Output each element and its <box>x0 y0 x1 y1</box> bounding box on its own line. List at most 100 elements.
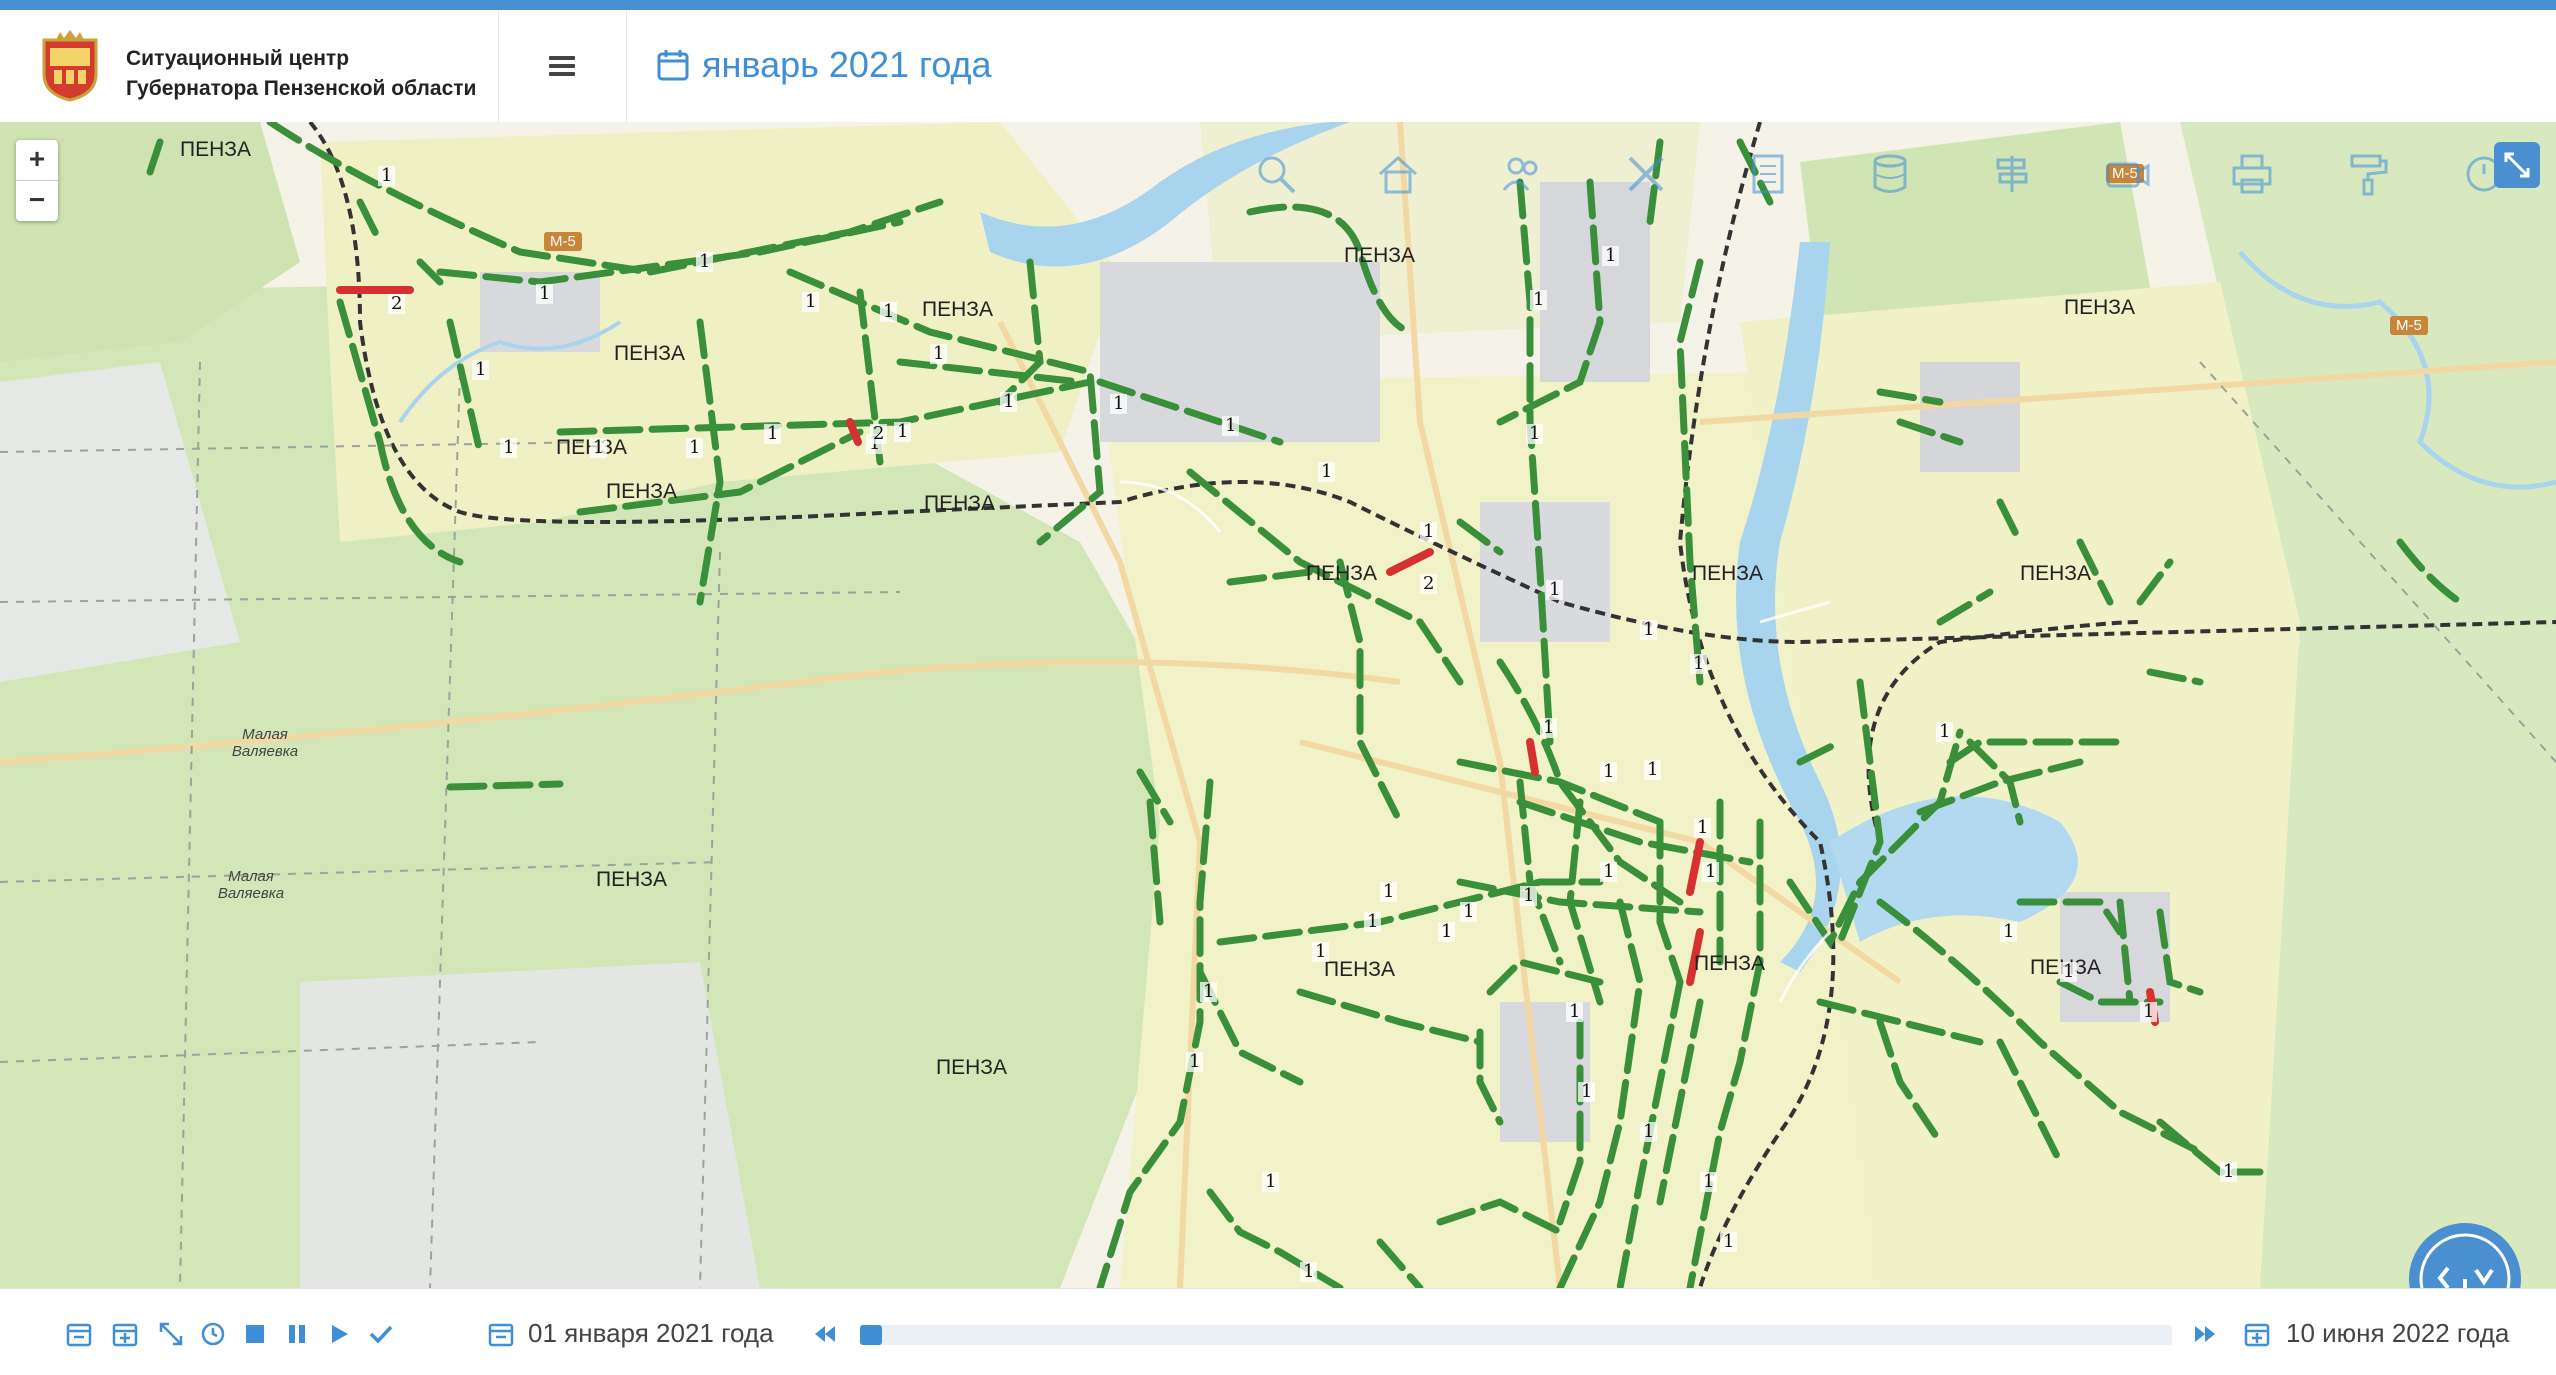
zoom-in-button[interactable]: + <box>16 140 58 181</box>
road-marker: 1 <box>1526 424 1544 444</box>
place-label: ПЕНЗА <box>180 138 251 161</box>
road-marker: 1 <box>500 438 518 458</box>
search-icon[interactable] <box>1248 146 1304 202</box>
road-marker: 1 <box>1936 722 1954 742</box>
camera-icon[interactable] <box>2100 146 2156 202</box>
database-icon[interactable] <box>1862 146 1918 202</box>
road-marker: 1 <box>1420 522 1438 542</box>
app-header: Ситуационный центр Губернатора Пензенско… <box>0 10 2556 123</box>
road-marker: 1 <box>1380 882 1398 902</box>
fast-forward-icon[interactable] <box>2190 1319 2220 1349</box>
fullscreen-button[interactable] <box>2494 142 2540 188</box>
zoom-control: + − <box>16 140 58 221</box>
place-label: ПЕНЗА <box>606 480 677 503</box>
people-icon[interactable] <box>1494 146 1550 202</box>
road-marker: 1 <box>1644 760 1662 780</box>
place-label: ПЕНЗА <box>2020 562 2091 585</box>
place-label: ПЕНЗА <box>1306 562 1377 585</box>
road-marker: 1 <box>1540 718 1558 738</box>
start-date-label[interactable]: 01 января 2021 года <box>528 1313 774 1353</box>
road-marker: 1 <box>1690 654 1708 674</box>
road-marker: 2 <box>870 424 888 444</box>
period-selector[interactable]: январь 2021 года <box>656 40 992 90</box>
calendar-icon[interactable] <box>64 1319 94 1349</box>
road-marker: 1 <box>536 284 554 304</box>
calendar-plus-icon[interactable] <box>110 1319 140 1349</box>
place-label: ПЕНЗА <box>1324 958 1395 981</box>
pause-icon[interactable] <box>282 1319 312 1349</box>
place-label: ПЕНЗА <box>922 298 993 321</box>
road-marker: 1 <box>1110 394 1128 414</box>
road-marker: 1 <box>1460 902 1478 922</box>
place-label: ПЕНЗА <box>936 1056 1007 1079</box>
stop-icon[interactable] <box>240 1319 270 1349</box>
coat-of-arms-icon <box>42 30 98 102</box>
road-marker: 1 <box>802 292 820 312</box>
signpost-icon[interactable] <box>1984 146 2040 202</box>
road-marker: 1 <box>1262 1172 1280 1192</box>
brand-block[interactable]: Ситуационный центр Губернатора Пензенско… <box>0 10 499 122</box>
check-icon[interactable] <box>366 1319 396 1349</box>
road-marker: 1 <box>1546 580 1564 600</box>
timeline-slider[interactable] <box>860 1325 2172 1345</box>
road-marker: 1 <box>1640 1122 1658 1142</box>
road-marker: 1 <box>686 438 704 458</box>
play-icon[interactable] <box>324 1319 354 1349</box>
road-marker: 1 <box>1438 922 1456 942</box>
place-label: ПЕНЗА <box>924 492 995 515</box>
road-marker: 1 <box>1602 246 1620 266</box>
map-view[interactable]: ПЕНЗА ПЕНЗА ПЕНЗА ПЕНЗА ПЕНЗА ПЕНЗА ПЕНЗ… <box>0 122 2556 1288</box>
fullscreen-icon <box>2504 152 2530 178</box>
road-marker: 1 <box>1364 912 1382 932</box>
paint-roller-icon[interactable] <box>2340 146 2396 202</box>
navigation-dial[interactable] <box>2406 1220 2524 1288</box>
industrial-block <box>1100 262 1380 442</box>
menu-button[interactable] <box>498 10 627 122</box>
highway-shield: М-5 <box>544 232 582 251</box>
highway-shield: М-5 <box>2390 316 2428 335</box>
road-marker: 1 <box>1640 620 1658 640</box>
printer-icon[interactable] <box>2224 146 2280 202</box>
home-icon[interactable] <box>1370 146 1426 202</box>
document-icon[interactable] <box>1740 146 1796 202</box>
place-label: ПЕНЗА <box>1692 562 1763 585</box>
grey-area <box>300 962 760 1288</box>
hamburger-icon <box>549 56 575 76</box>
road-marker: 1 <box>930 344 948 364</box>
top-accent-bar <box>0 0 2556 10</box>
road-marker: 1 <box>1318 462 1336 482</box>
calendar-icon <box>486 1319 516 1349</box>
road-marker: 1 <box>378 166 396 186</box>
tools-icon[interactable] <box>1618 146 1674 202</box>
expand-icon[interactable] <box>156 1319 186 1349</box>
road-marker: 1 <box>1694 818 1712 838</box>
road-marker: 1 <box>696 252 714 272</box>
monitored-road <box>446 780 564 791</box>
road-marker: 2 <box>388 294 406 314</box>
road-marker: 1 <box>472 360 490 380</box>
period-label: январь 2021 года <box>702 44 992 85</box>
zoom-out-button[interactable]: − <box>16 181 58 221</box>
place-label: ПЕНЗА <box>614 342 685 365</box>
alert-road <box>1526 738 1539 776</box>
road-marker: 1 <box>1530 290 1548 310</box>
timeline-bar: 01 января 2021 года 10 июня 2022 года <box>0 1288 2556 1375</box>
road-marker: 1 <box>1000 392 1018 412</box>
place-label: ПЕНЗА <box>2064 296 2135 319</box>
industrial-block <box>1920 362 2020 472</box>
brand-subtitle: Губернатора Пензенской области <box>126 77 477 100</box>
rewind-icon[interactable] <box>810 1319 840 1349</box>
road-marker: 1 <box>2000 922 2018 942</box>
road-marker: 1 <box>1300 1262 1318 1282</box>
road-marker: 1 <box>1600 862 1618 882</box>
road-marker: 1 <box>1702 862 1720 882</box>
clock-icon[interactable] <box>198 1319 228 1349</box>
road-marker: 1 <box>1222 416 1240 436</box>
road-marker: 1 <box>1520 886 1538 906</box>
road-marker: 1 <box>1700 1172 1718 1192</box>
map-canvas[interactable] <box>0 122 2556 1288</box>
calendar-plus-icon <box>2242 1319 2272 1349</box>
road-marker: 2 <box>1420 574 1438 594</box>
end-date-label[interactable]: 10 июня 2022 года <box>2286 1313 2509 1353</box>
calendar-icon <box>657 50 689 81</box>
